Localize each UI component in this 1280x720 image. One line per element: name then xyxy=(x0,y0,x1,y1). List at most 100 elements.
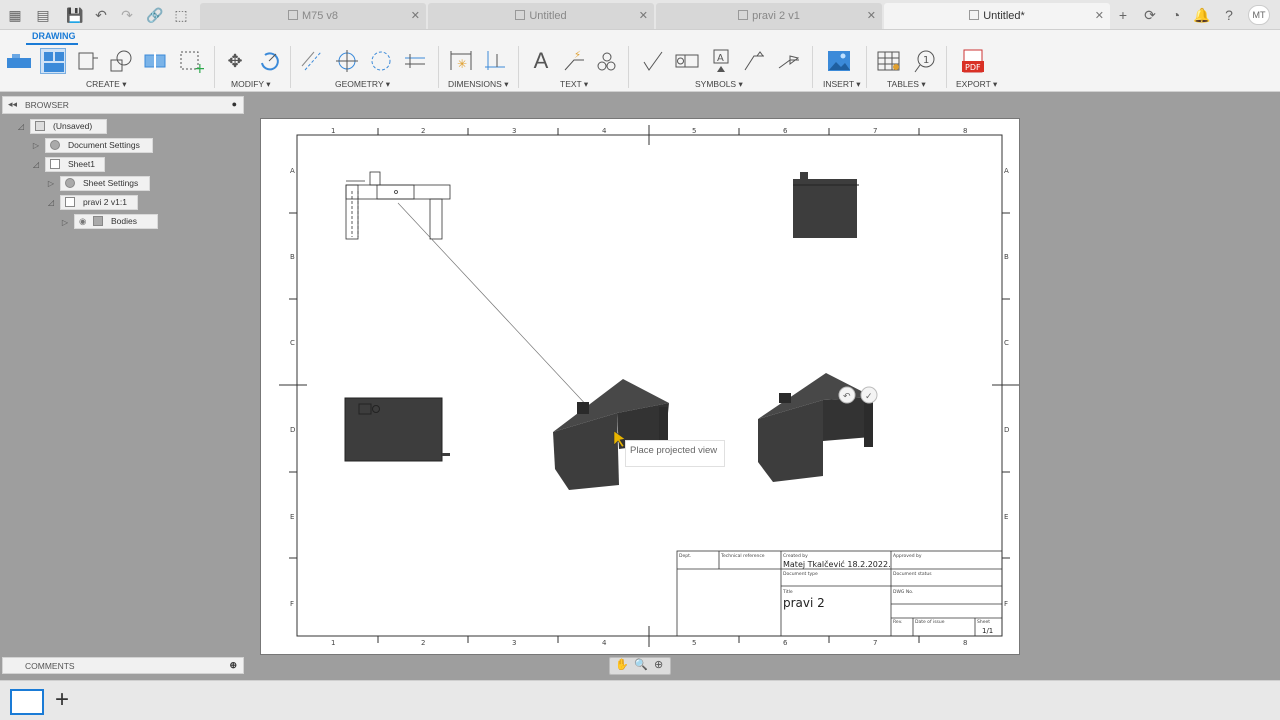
geometry-group-label[interactable]: GEOMETRY ▾ xyxy=(335,79,390,90)
workspace-tab-drawing[interactable]: DRAWING xyxy=(32,31,76,41)
zoom-icon[interactable]: 🔍 xyxy=(634,658,648,671)
view-top-right[interactable] xyxy=(793,172,859,238)
leader-icon[interactable]: ⚡ xyxy=(562,48,588,74)
close-tab-icon[interactable]: ✕ xyxy=(639,3,648,29)
balloon-icon[interactable] xyxy=(594,48,620,74)
zone-row-a: A xyxy=(290,167,295,175)
modify-group-label[interactable]: MODIFY ▾ xyxy=(231,79,271,90)
sheet1-thumbnail[interactable] xyxy=(10,689,44,715)
visibility-eye-icon[interactable]: ◉ xyxy=(79,215,91,228)
link-icon[interactable]: 🔗 xyxy=(146,6,164,24)
tab-untitled-active[interactable]: Untitled* ✕ xyxy=(884,3,1110,29)
help-icon[interactable]: ? xyxy=(1220,6,1238,24)
job-status-icon[interactable]: ◔ xyxy=(1167,6,1185,24)
center-mark-pattern-icon[interactable] xyxy=(368,48,394,74)
projected-view-icon[interactable] xyxy=(40,48,66,74)
tables-group-label[interactable]: TABLES ▾ xyxy=(887,79,926,90)
file-menu-icon[interactable]: ▤ xyxy=(34,6,52,24)
section-view-icon[interactable] xyxy=(74,48,100,74)
redo-icon[interactable]: ↷ xyxy=(118,6,136,24)
browser-item-pravi-2-view[interactable]: pravi 2 v1:1 xyxy=(60,195,138,210)
ordinate-dimension-icon[interactable] xyxy=(482,48,508,74)
undo-icon[interactable]: ↶ xyxy=(92,6,110,24)
tab-pravi-2[interactable]: pravi 2 v1 ✕ xyxy=(656,3,882,29)
create-group-label[interactable]: CREATE ▾ xyxy=(86,79,126,90)
zone-row-d-right: D xyxy=(1004,426,1009,434)
base-view-icon[interactable] xyxy=(6,48,32,74)
sketch-icon[interactable]: + xyxy=(178,48,206,77)
expand-arrow-icon[interactable]: ◿ xyxy=(16,122,26,132)
close-tab-icon[interactable]: ✕ xyxy=(1095,3,1104,29)
zone-col-7: 7 xyxy=(873,127,877,135)
detail-view-icon[interactable] xyxy=(108,48,134,74)
browser-item-sheet1[interactable]: Sheet1 xyxy=(45,157,105,172)
document-icon xyxy=(287,10,298,20)
expand-arrow-icon[interactable]: ◿ xyxy=(46,198,56,208)
view-left[interactable] xyxy=(344,397,450,462)
close-tab-icon[interactable]: ✕ xyxy=(867,3,876,29)
close-tab-icon[interactable]: ✕ xyxy=(411,3,420,29)
expand-arrow-icon[interactable]: ▷ xyxy=(46,179,56,189)
export-group-label[interactable]: EXPORT ▾ xyxy=(956,79,997,90)
taper-slope-icon[interactable] xyxy=(776,48,802,74)
drawing-canvas[interactable]: 1 2 3 4 5 6 7 8 1 2 3 4 5 6 7 8 A B C D … xyxy=(261,119,1021,656)
document-icon xyxy=(515,10,526,20)
sheet-bar: + xyxy=(0,680,1280,720)
table-icon[interactable] xyxy=(876,48,902,74)
pan-icon[interactable]: ✋ xyxy=(615,658,629,671)
feature-control-frame-icon[interactable] xyxy=(674,48,700,74)
browser-item-unsaved[interactable]: (Unsaved) xyxy=(30,119,107,134)
extensions-icon[interactable]: ⟳ xyxy=(1141,6,1159,24)
svg-text:✓: ✓ xyxy=(865,392,873,402)
panel-toggle-icon[interactable]: ● xyxy=(232,99,237,109)
user-avatar[interactable]: MT xyxy=(1248,5,1270,25)
datum-identifier-icon[interactable]: A xyxy=(708,48,734,74)
move-icon[interactable]: ✥ xyxy=(222,48,248,74)
balloon-number-icon[interactable]: 1 xyxy=(912,48,938,74)
view-isometric-projected[interactable] xyxy=(553,379,669,490)
collapse-panel-icon[interactable]: ◂◂ xyxy=(8,99,17,110)
break-view-icon[interactable] xyxy=(142,48,168,74)
tab-m75[interactable]: M75 v8 ✕ xyxy=(200,3,426,29)
browser-item-sheet-settings[interactable]: Sheet Settings xyxy=(60,176,150,191)
center-mark-icon[interactable] xyxy=(334,48,360,74)
rotate-icon[interactable] xyxy=(256,48,282,74)
add-comment-icon[interactable]: ⊕ xyxy=(229,660,237,671)
pdf-export-icon[interactable]: PDF xyxy=(960,48,986,74)
base-view-wireframe[interactable] xyxy=(345,171,451,240)
fit-icon[interactable]: ⊕ xyxy=(654,658,663,671)
expand-arrow-icon[interactable]: ◿ xyxy=(31,160,41,170)
tab-untitled[interactable]: Untitled ✕ xyxy=(428,3,654,29)
browser-item-document-settings[interactable]: Document Settings xyxy=(45,138,153,153)
created-by-value: Matej Tkalčević 18.2.2022. xyxy=(783,559,891,569)
sheet-number: 1/1 xyxy=(982,627,993,635)
text-tool-icon[interactable]: A xyxy=(528,48,554,74)
zone-col-6: 6 xyxy=(783,127,788,135)
drawing-sheet[interactable]: 1 2 3 4 5 6 7 8 1 2 3 4 5 6 7 8 A B C D … xyxy=(260,118,1020,655)
insert-image-icon[interactable] xyxy=(826,48,852,74)
save-icon[interactable]: 💾 xyxy=(66,6,84,24)
browser-item-bodies[interactable]: ◉ Bodies xyxy=(74,214,158,229)
view-icon xyxy=(65,197,75,207)
notifications-icon[interactable]: 🔔 xyxy=(1193,6,1211,24)
expand-arrow-icon[interactable]: ▷ xyxy=(60,218,70,228)
text-group-label[interactable]: TEXT ▾ xyxy=(560,79,588,90)
toolbar-separator xyxy=(946,46,947,88)
expand-arrow-icon[interactable]: ▷ xyxy=(31,141,41,151)
edge-extension-icon[interactable] xyxy=(402,48,428,74)
centerline-icon[interactable] xyxy=(300,48,326,74)
insert-group-label[interactable]: INSERT ▾ xyxy=(823,79,861,90)
dimension-icon[interactable]: ✳ xyxy=(448,48,474,74)
surface-texture-icon[interactable] xyxy=(640,48,666,74)
rev-label: Rev. xyxy=(893,619,902,625)
new-tab-icon[interactable]: + xyxy=(1114,6,1132,24)
dimensions-group-label[interactable]: DIMENSIONS ▾ xyxy=(448,79,508,90)
add-sheet-icon[interactable]: + xyxy=(55,686,69,714)
app-grid-icon[interactable]: ▦ xyxy=(6,6,24,24)
share-icon[interactable]: ⬚ xyxy=(172,6,190,24)
comments-panel[interactable]: COMMENTS ⊕ xyxy=(2,657,244,674)
symbols-group-label[interactable]: SYMBOLS ▾ xyxy=(695,79,743,90)
view-isometric-right[interactable]: ↶ ✓ xyxy=(758,373,878,482)
weld-symbol-icon[interactable] xyxy=(742,48,768,74)
svg-text:+: + xyxy=(194,61,204,74)
